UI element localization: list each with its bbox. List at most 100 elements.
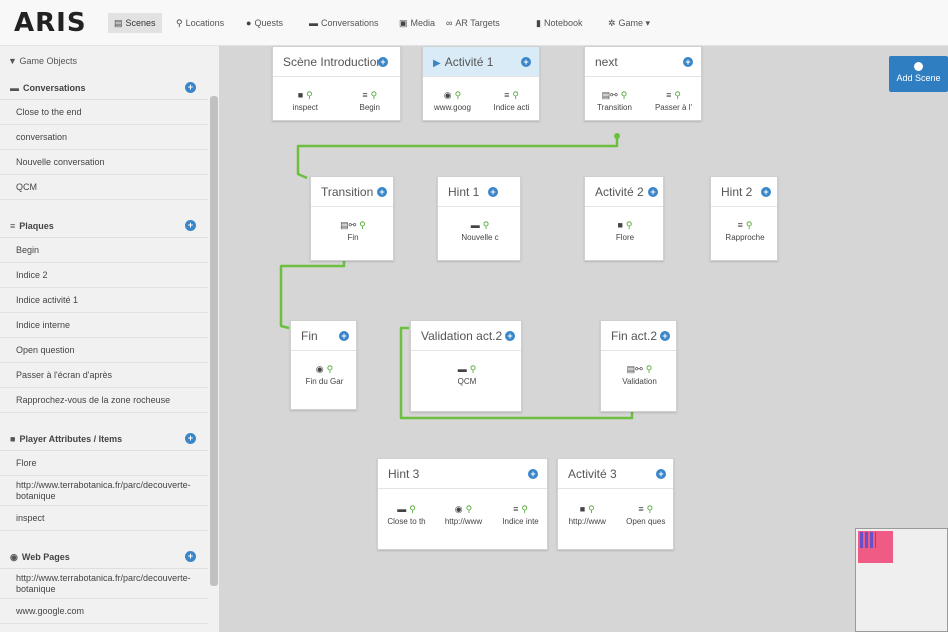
scene-title[interactable]: Activité 3 [558,459,673,489]
trigger[interactable]: ■ ⚲ inspect [277,89,333,112]
nav-tab-ar-targets[interactable]: ∞ AR Targets [440,13,506,33]
nav-tab-conversations[interactable]: ▬ Conversations [303,13,385,33]
scene-title[interactable]: Validation act.2 [411,321,521,351]
add-plaques-button[interactable]: + [185,220,196,231]
trigger[interactable]: ≡ ⚲ Indice acti [484,89,540,112]
sidebar-item-plaques[interactable]: Passer à l'écran d'après [0,363,208,388]
conversations-section-icon: ▬ [10,83,19,93]
add-trigger-button[interactable] [339,321,349,351]
map-marker-icon: ⚲ [512,90,519,100]
gear-icon: ✲ [608,18,616,28]
add-items-button[interactable]: + [185,433,196,444]
trigger[interactable]: ▤⚯ ⚲ Transition [587,89,643,112]
scene-title[interactable]: Fin [291,321,356,351]
add-trigger-button[interactable] [378,47,388,77]
scene-title[interactable]: Hint 2 [711,177,777,207]
map-marker-icon: ⚲ [359,220,366,230]
sidebar-item-items[interactable]: Flore [0,451,208,476]
add-conversations-button[interactable]: + [185,82,196,93]
scene-card-hint2[interactable]: Hint 2 ≡⚲ Rapproche [710,176,778,261]
trigger[interactable]: ▬ ⚲ Close to th [379,503,435,526]
add-trigger-button[interactable] [648,177,658,207]
scene-title[interactable]: Fin act.2 [601,321,676,351]
minimap[interactable] [855,528,948,632]
section-header-conversations[interactable]: ▬ Conversations + [0,76,208,100]
sidebar-item-webpages[interactable]: www.google.com [0,599,208,624]
scene-card-act1[interactable]: ▶Activité 1 ◉⚲ www.goog ≡⚲ Indice acti [422,46,540,121]
scene-title[interactable]: Transition [311,177,393,207]
trigger[interactable]: ■ ⚲ Flore [597,219,653,242]
scene-link[interactable] [296,136,619,180]
sidebar-item-conversations[interactable]: QCM [0,175,208,200]
scene-card-fin[interactable]: Fin ◉⚲ Fin du Gar [290,320,357,410]
trigger[interactable]: ≡ ⚲ Passer à l' [646,89,702,112]
sidebar-item-conversations[interactable]: conversation [0,125,208,150]
trigger[interactable]: ≡ ⚲ Rapproche [717,219,773,242]
scene-card-valid2[interactable]: Validation act.2 ▬⚲ QCM [410,320,522,412]
nav-tab-scenes[interactable]: ▤ Scenes [108,13,162,33]
trigger[interactable]: ◉ ⚲ Fin du Gar [297,363,353,386]
add-trigger-button[interactable] [528,459,538,489]
trigger[interactable]: ▤⚯ ⚲ Validation [612,363,668,386]
scene-card-next[interactable]: next ▤⚯⚲ Transition ≡⚲ Passer à l' [584,46,702,121]
aris-logo[interactable]: ARIS [14,8,87,38]
nav-tab-quests[interactable]: ● Quests [240,13,289,33]
scene-card-transition[interactable]: Transition ▤⚯⚲ Fin [310,176,394,261]
scene-title[interactable]: next [585,47,701,77]
sidebar-item-plaques[interactable]: Open question [0,338,208,363]
trigger-type-icon: ■ [579,504,586,514]
sidebar-item-conversations[interactable]: Nouvelle conversation [0,150,208,175]
add-scene-button[interactable]: Add Scene [889,56,948,92]
sidebar-item-plaques[interactable]: Rapprochez-vous de la zone rocheuse [0,388,208,413]
add-trigger-button[interactable] [761,177,771,207]
trigger[interactable]: ◉ ⚲ www.goog [425,89,481,112]
section-header-webpages[interactable]: ◉ Web Pages + [0,545,208,569]
trigger[interactable]: ■ ⚲ http://www [559,503,615,526]
scene-card-act2[interactable]: Activité 2 ■⚲ Flore [584,176,664,261]
add-trigger-button[interactable] [488,177,498,207]
sidebar-item-plaques[interactable]: Begin [0,238,208,263]
sidebar-item-plaques[interactable]: Indice activité 1 [0,288,208,313]
trigger[interactable]: ▬ ⚲ Nouvelle c [452,219,508,242]
section-header-items[interactable]: ■ Player Attributes / Items + [0,427,208,451]
sidebar-item-plaques[interactable]: Indice interne [0,313,208,338]
add-trigger-button[interactable] [660,321,670,351]
add-trigger-button[interactable] [505,321,515,351]
scene-card-act3[interactable]: Activité 3 ■⚲ http://www ≡⚲ Open ques [557,458,674,550]
trigger[interactable]: ◉ ⚲ http://www [436,503,492,526]
add-webpages-button[interactable]: + [185,551,196,562]
sidebar-item-items[interactable]: http://www.terrabotanica.fr/parc/decouve… [0,476,208,506]
scene-canvas[interactable]: Scène Introduction ■⚲ inspect ≡⚲ Begin ▶… [219,46,948,632]
nav-tab-notebook[interactable]: ▮ Notebook [530,13,588,33]
section-header-plaques[interactable]: ≡ Plaques + [0,214,208,238]
sidebar-item-items[interactable]: inspect [0,506,208,531]
add-trigger-button[interactable] [521,47,531,77]
scene-title[interactable]: Scène Introduction [273,47,400,77]
sidebar-item-webpages[interactable]: http://www.terrabotanica.fr/parc/decouve… [0,569,208,599]
add-trigger-button[interactable] [683,47,693,77]
scene-title[interactable]: Hint 1 [438,177,520,207]
nav-tab-media[interactable]: ▣ Media [393,13,441,33]
scene-title[interactable]: Hint 3 [378,459,547,489]
trigger[interactable]: ▤⚯ ⚲ Fin [325,219,381,242]
link-handle[interactable] [614,133,620,139]
scene-link[interactable] [279,256,346,330]
scene-card-hint3[interactable]: Hint 3 ▬⚲ Close to th ◉⚲ http://www ≡⚲ I… [377,458,548,550]
scene-card-hint1[interactable]: Hint 1 ▬⚲ Nouvelle c [437,176,521,261]
sidebar-item-conversations[interactable]: Close to the end [0,100,208,125]
scene-title[interactable]: ▶ Activité 1 [423,47,539,77]
nav-tab-locations[interactable]: ⚲ Locations [170,13,230,33]
scene-card-intro[interactable]: Scène Introduction ■⚲ inspect ≡⚲ Begin [272,46,401,121]
nav-tab-game[interactable]: ✲ Game ▾ [602,13,656,33]
trigger[interactable]: ≡ ⚲ Indice inte [493,503,549,526]
trigger[interactable]: ≡ ⚲ Open ques [618,503,674,526]
sidebar-scrollbar[interactable] [210,96,218,586]
add-trigger-button[interactable] [656,459,666,489]
scene-card-finact2[interactable]: Fin act.2 ▤⚯⚲ Validation [600,320,677,412]
sidebar-item-plaques[interactable]: Indice 2 [0,263,208,288]
trigger-type-icon: ≡ [513,504,519,514]
trigger[interactable]: ≡ ⚲ Begin [342,89,398,112]
trigger[interactable]: ▬ ⚲ QCM [439,363,495,386]
add-trigger-button[interactable] [377,177,387,207]
scene-title[interactable]: Activité 2 [585,177,663,207]
